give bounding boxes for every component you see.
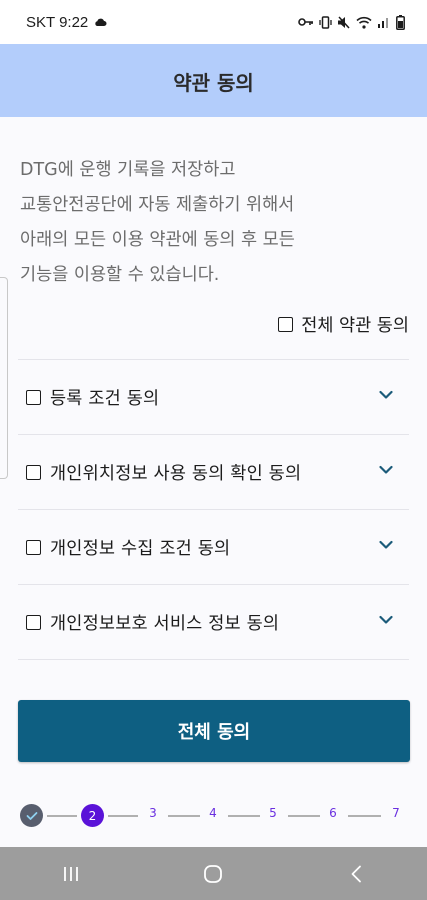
app-bar: 약관 동의 — [0, 44, 427, 117]
intro-line: 아래의 모든 이용 약관에 동의 후 모든 — [20, 230, 295, 250]
system-nav-bar — [0, 847, 427, 900]
step-number: 7 — [392, 806, 400, 820]
wifi-icon — [356, 16, 372, 29]
agree-all-button[interactable]: 전체 동의 — [18, 700, 410, 762]
term-checkbox[interactable] — [26, 389, 41, 405]
step-connector — [348, 815, 381, 817]
status-bar: SKT 9:22 — [0, 0, 427, 44]
chevron-down-icon[interactable] — [379, 465, 393, 475]
term-row-registration[interactable]: 등록 조건 동의 — [18, 359, 409, 434]
term-checkbox[interactable] — [26, 464, 41, 480]
intro-text: DTG에 운행 기록을 저장하고 교통안전공단에 자동 제출하기 위해서 아래의… — [20, 153, 400, 293]
intro-line: 기능을 이용할 수 있습니다. — [20, 265, 220, 285]
term-label: 개인위치정보 사용 동의 확인 동의 — [50, 463, 302, 484]
intro-line: DTG에 운행 기록을 저장하고 — [20, 160, 236, 180]
chevron-down-icon[interactable] — [379, 615, 393, 625]
step-current: 2 — [81, 804, 104, 827]
chevron-down-icon[interactable] — [379, 390, 393, 400]
step-connector — [108, 815, 138, 817]
step-completed — [20, 804, 43, 827]
back-icon — [351, 865, 361, 882]
battery-icon — [396, 14, 405, 30]
main-content: DTG에 운행 기록을 저장하고 교통안전공단에 자동 제출하기 위해서 아래의… — [0, 117, 427, 847]
vibrate-icon — [319, 15, 332, 29]
terms-list: 등록 조건 동의 개인위치정보 사용 동의 확인 동의 개인정보 수집 조건 동… — [18, 359, 409, 660]
page-title: 약관 동의 — [173, 71, 254, 95]
term-row-privacy-collection[interactable]: 개인정보 수집 조건 동의 — [18, 509, 409, 584]
cloud-icon — [95, 18, 107, 26]
term-label: 등록 조건 동의 — [50, 388, 160, 409]
term-row-location[interactable]: 개인위치정보 사용 동의 확인 동의 — [18, 434, 409, 509]
side-drawer-handle[interactable] — [0, 277, 8, 479]
recent-apps-icon — [64, 866, 79, 881]
step-number: 4 — [209, 806, 217, 820]
all-terms-checkbox-row[interactable]: 전체 약관 동의 — [278, 307, 409, 341]
step-indicator: 2 3 4 5 6 7 — [20, 804, 410, 828]
term-checkbox[interactable] — [26, 539, 41, 555]
step-connector — [168, 815, 200, 817]
carrier-time: SKT 9:22 — [26, 13, 89, 31]
status-right — [298, 14, 405, 30]
step-number: 5 — [269, 806, 277, 820]
term-checkbox[interactable] — [26, 614, 41, 630]
term-row-privacy-service[interactable]: 개인정보보호 서비스 정보 동의 — [18, 584, 409, 660]
back-button[interactable] — [326, 854, 386, 894]
home-button[interactable] — [183, 854, 243, 894]
check-icon — [26, 811, 37, 820]
all-terms-label: 전체 약관 동의 — [301, 315, 409, 336]
term-label: 개인정보 수집 조건 동의 — [50, 538, 231, 559]
step-connector — [228, 815, 260, 817]
signal-icon — [378, 18, 388, 28]
status-left: SKT 9:22 — [26, 14, 107, 31]
term-label: 개인정보보호 서비스 정보 동의 — [50, 613, 280, 634]
step-connector — [47, 815, 77, 817]
chevron-down-icon[interactable] — [379, 540, 393, 550]
mute-icon — [338, 15, 350, 29]
key-icon — [298, 18, 313, 26]
step-connector — [288, 815, 320, 817]
home-icon — [204, 864, 223, 883]
step-number: 3 — [149, 806, 157, 820]
recent-apps-button[interactable] — [41, 854, 101, 894]
all-terms-checkbox[interactable] — [278, 316, 294, 332]
intro-line: 교통안전공단에 자동 제출하기 위해서 — [20, 195, 295, 215]
step-number: 6 — [329, 806, 337, 820]
